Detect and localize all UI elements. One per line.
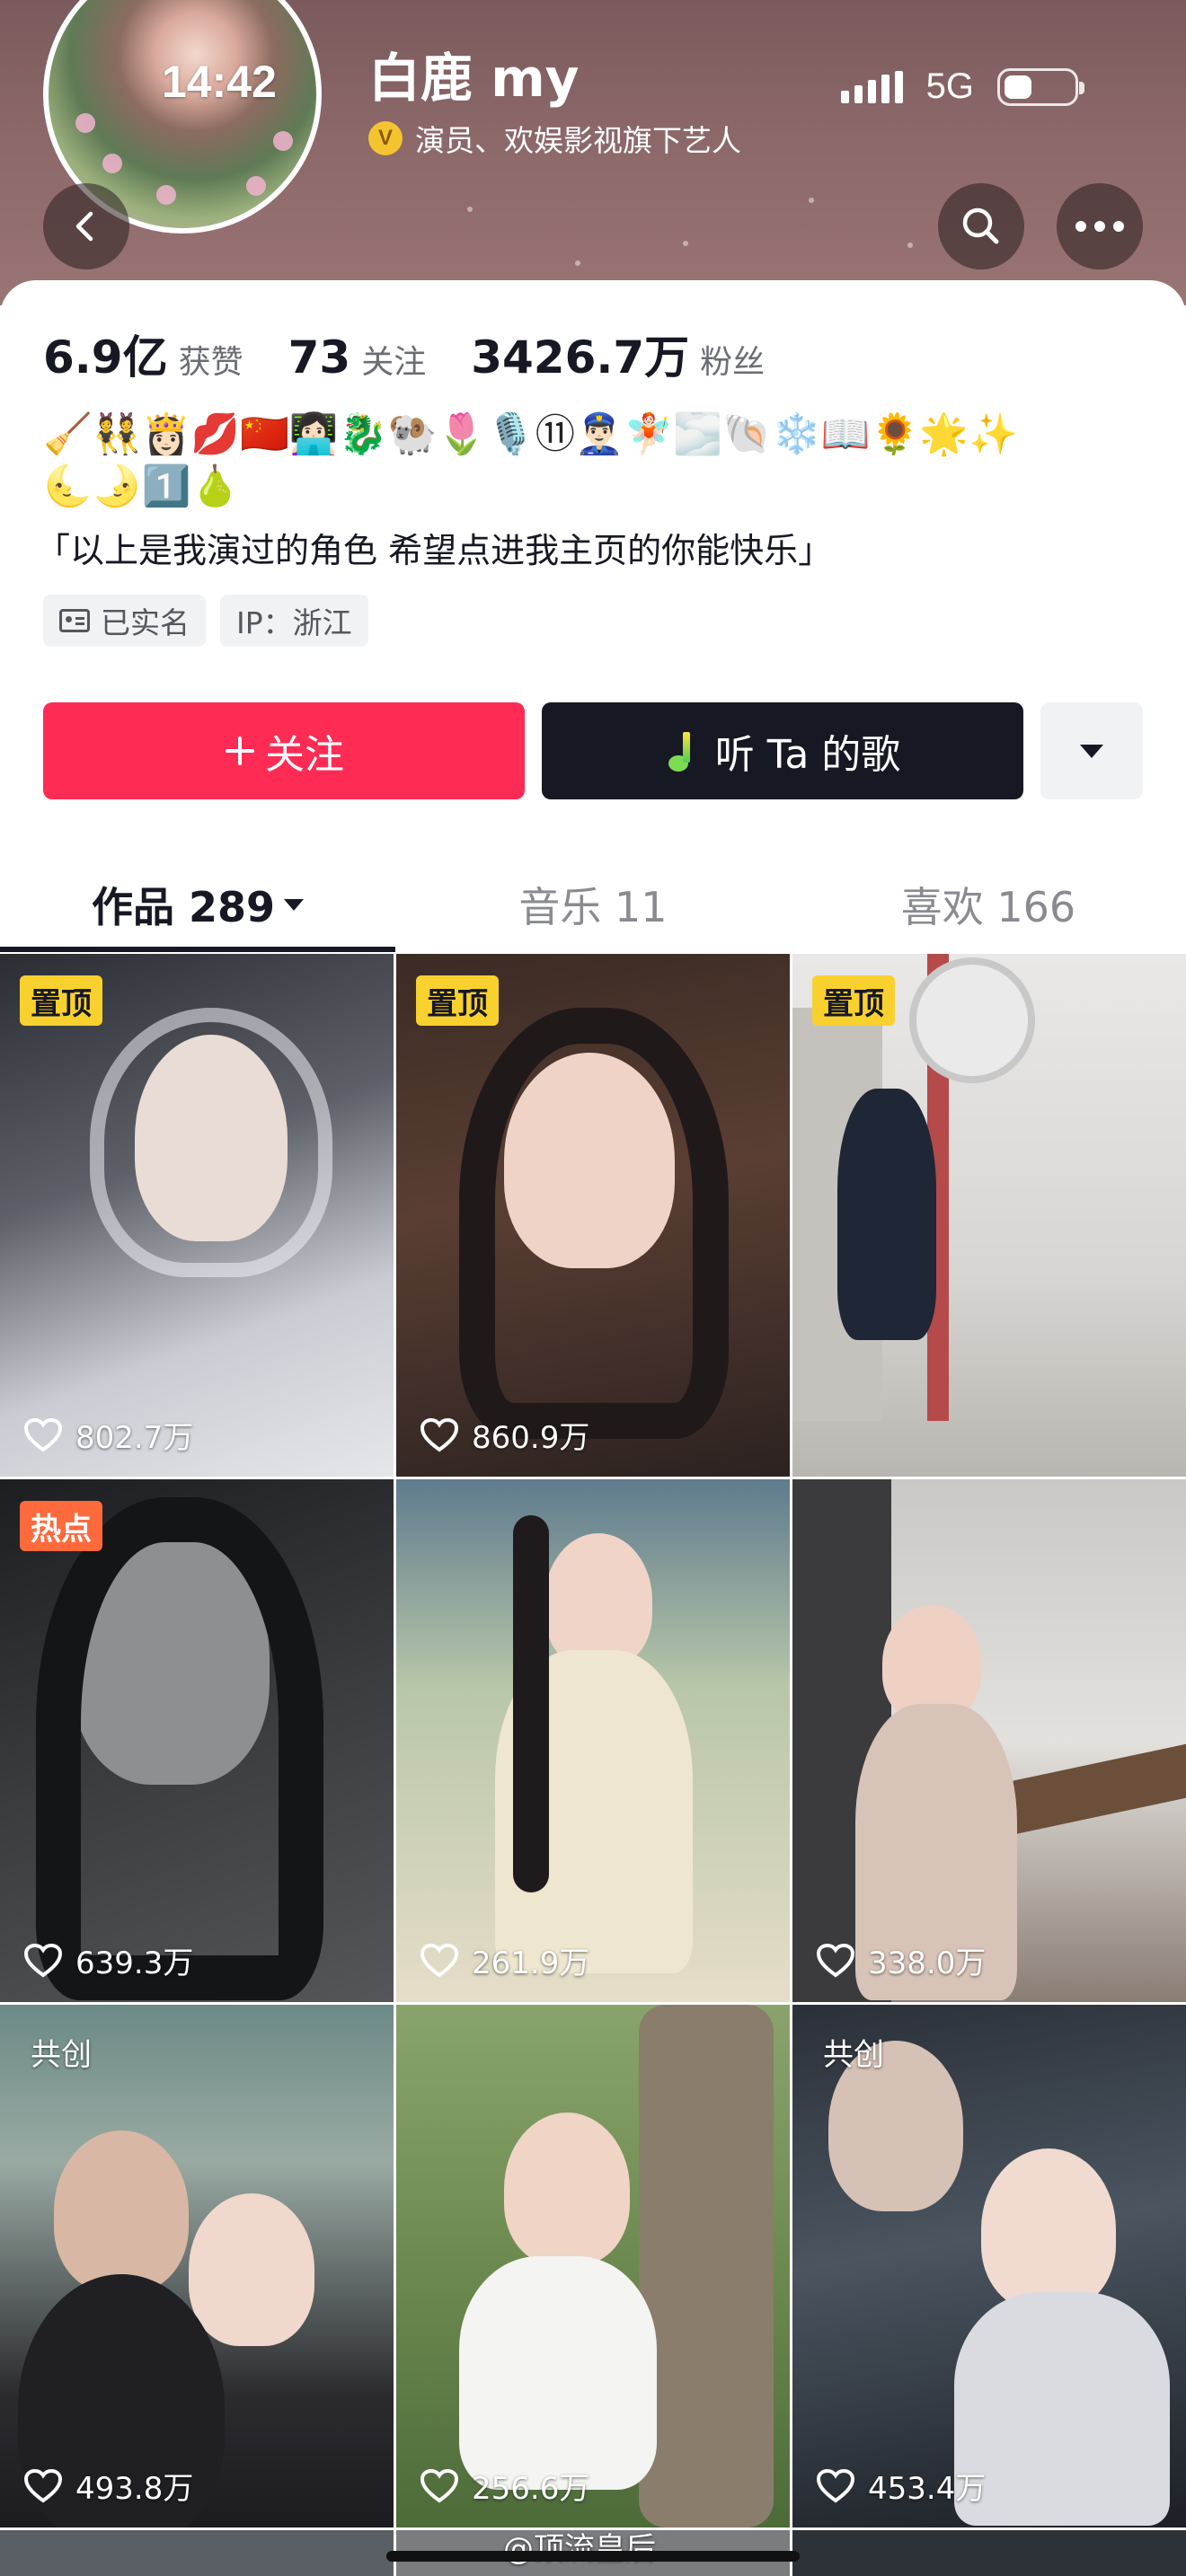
video-tile[interactable]: 置顶 xyxy=(792,954,1186,1477)
video-likes: 639.3万 xyxy=(23,1938,193,1982)
video-tile[interactable] xyxy=(0,2530,394,2576)
video-likes: 261.9万 xyxy=(420,1938,589,1982)
likes-label: 获赞 xyxy=(178,344,243,381)
caret-down-icon[interactable] xyxy=(284,898,305,911)
video-tile[interactable]: 共创 453.4万 xyxy=(792,2005,1186,2527)
video-likes-count: 639.3万 xyxy=(75,1945,194,1981)
search-button[interactable] xyxy=(938,183,1024,269)
status-indicators: 5G xyxy=(840,66,1084,107)
video-tile[interactable] xyxy=(792,2530,1186,2576)
back-button[interactable] xyxy=(43,183,129,269)
tab-likes-label: 喜欢 166 xyxy=(900,883,1076,931)
heart-icon xyxy=(420,2468,459,2502)
video-likes-count: 261.9万 xyxy=(472,1945,590,1981)
video-badge: 置顶 xyxy=(20,975,102,1026)
battery-level xyxy=(1005,75,1031,99)
bio-emoji-line-2: 🌜🌛1️⃣🍐 xyxy=(43,463,241,509)
search-icon xyxy=(962,207,999,244)
bio-emoji-line-1: 🧹👯👸🏻💋🇨🇳👩🏻‍💻🐉🐏🌷🎙️⑪👮🏻‍♂️🧚🏻🌫️🐚❄️📖🌻🌟✨ xyxy=(43,411,1018,457)
video-tile[interactable]: 共创 493.8万 xyxy=(0,2005,394,2527)
real-name-tag: 已实名 xyxy=(43,595,206,647)
tab-likes[interactable]: 喜欢 166 xyxy=(791,855,1186,954)
battery-icon xyxy=(997,67,1084,106)
more-options-button[interactable] xyxy=(1057,183,1143,269)
video-likes-count: 802.7万 xyxy=(75,1420,194,1456)
following-label[interactable]: 关注 xyxy=(361,336,426,383)
video-likes-count: 493.8万 xyxy=(75,2471,194,2507)
heart-icon xyxy=(23,1943,63,1977)
tab-music-label: 音乐 11 xyxy=(518,883,668,931)
video-badge: 共创 xyxy=(31,2036,92,2073)
home-indicator[interactable] xyxy=(386,2551,800,2562)
heart-icon xyxy=(816,2468,855,2502)
video-badge: 热点 xyxy=(20,1501,102,1551)
bio-text: 「以上是我演过的角色 希望点进我主页的你能快乐」 xyxy=(36,531,833,570)
profile-tags: 已实名 IP：浙江 xyxy=(43,595,368,647)
caret-down-icon xyxy=(1080,744,1103,758)
verification-row: V 演员、欢娱影视旗下艺人 xyxy=(368,117,741,160)
tab-works-label: 作品 289 xyxy=(91,883,276,931)
real-name-label: 已实名 xyxy=(101,605,190,640)
followers-label[interactable]: 粉丝 xyxy=(700,336,765,383)
following-count[interactable]: 73 xyxy=(288,331,351,384)
signal-icon xyxy=(840,70,903,103)
video-tile[interactable]: 261.9万 xyxy=(396,1479,790,2002)
content-tabs: 作品 289 音乐 11 喜欢 166 xyxy=(0,855,1186,954)
video-likes: 802.7万 xyxy=(23,1413,193,1457)
followers-count[interactable]: 3426.7万 xyxy=(471,322,689,386)
stats-row: 6.9亿 获赞 73 关注 3426.7万 粉丝 xyxy=(43,322,810,386)
video-likes: 493.8万 xyxy=(23,2464,193,2508)
listen-music-label: 听 Ta 的歌 xyxy=(714,732,901,778)
follow-label: 关注 xyxy=(265,732,344,778)
video-tile[interactable]: 256.6万 xyxy=(396,2005,790,2527)
follow-button[interactable]: 关注 xyxy=(43,702,525,799)
music-note-icon xyxy=(665,730,701,772)
video-likes: 453.4万 xyxy=(816,2464,986,2508)
video-tile[interactable]: 置顶 860.9万 xyxy=(396,954,790,1477)
profile-name: 白鹿 my xyxy=(368,48,580,109)
tab-works[interactable]: 作品 289 xyxy=(0,855,395,954)
profile-header-background: 14:42 5G 白鹿 my V 演员、欢娱影视旗下艺人 xyxy=(0,0,1186,305)
video-likes-count: 453.4万 xyxy=(868,2471,987,2507)
video-tile[interactable]: 热点 639.3万 xyxy=(0,1479,394,2002)
heart-icon xyxy=(23,2468,63,2502)
verification-text: 演员、欢娱影视旗下艺人 xyxy=(415,123,741,158)
heart-icon xyxy=(420,1943,459,1977)
likes-count: 6.9亿 xyxy=(43,331,168,384)
video-badge: 共创 xyxy=(823,2036,884,2073)
video-badge: 置顶 xyxy=(416,975,499,1026)
recommend-dropdown-button[interactable] xyxy=(1040,702,1143,799)
heart-icon xyxy=(816,1943,855,1977)
ip-location-tag: IP：浙江 xyxy=(220,595,368,647)
heart-icon xyxy=(420,1417,459,1451)
video-tile[interactable]: 338.0万 xyxy=(792,1479,1186,2002)
network-type: 5G xyxy=(925,66,974,106)
profile-screen: 14:42 5G 白鹿 my V 演员、欢娱影视旗下艺人 6.9亿 获赞 73 … xyxy=(0,0,1186,2576)
video-likes: 338.0万 xyxy=(816,1938,986,1982)
video-badge: 置顶 xyxy=(812,975,895,1026)
video-likes-count: 860.9万 xyxy=(472,1420,590,1456)
tab-music[interactable]: 音乐 11 xyxy=(395,855,791,954)
video-likes-count: 256.6万 xyxy=(472,2471,590,2507)
id-card-icon xyxy=(59,609,90,632)
video-tile[interactable]: 置顶 802.7万 xyxy=(0,954,394,1477)
status-time: 14:42 xyxy=(162,57,277,107)
active-tab-indicator xyxy=(0,947,395,952)
video-likes: 256.6万 xyxy=(420,2464,589,2508)
video-likes: 860.9万 xyxy=(420,1413,589,1457)
video-likes-count: 338.0万 xyxy=(868,1945,987,1981)
more-dots-icon xyxy=(1075,221,1124,232)
chevron-left-icon xyxy=(75,211,93,242)
plus-icon xyxy=(226,737,254,765)
heart-icon xyxy=(23,1417,63,1451)
verified-badge-icon: V xyxy=(368,121,403,155)
listen-music-button[interactable]: 听 Ta 的歌 xyxy=(542,702,1023,799)
ip-location-label: IP：浙江 xyxy=(236,605,352,640)
